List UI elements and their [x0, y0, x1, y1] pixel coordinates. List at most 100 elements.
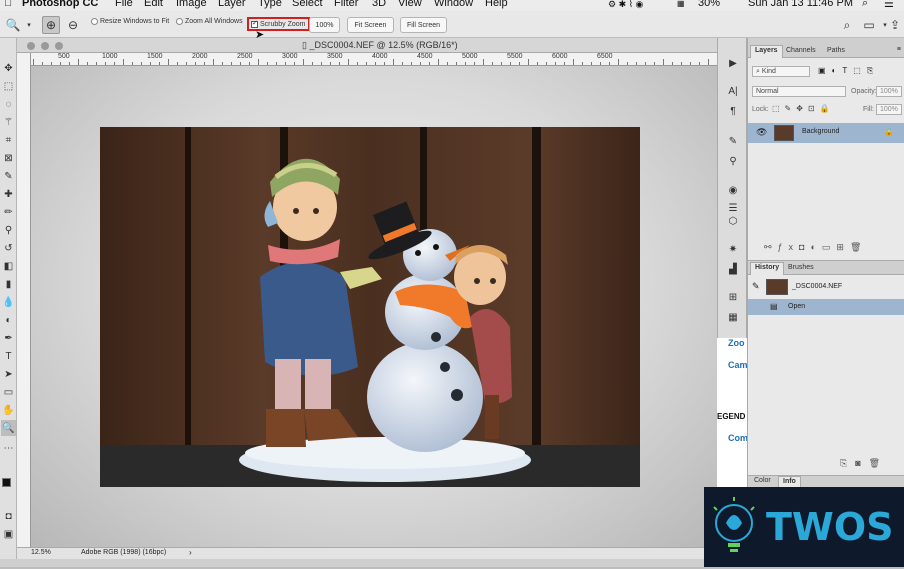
- ruler-tick: [114, 62, 115, 65]
- brush-settings-icon[interactable]: ✎: [725, 134, 741, 148]
- history-brush-icon[interactable]: ✎: [752, 281, 760, 292]
- tab-color[interactable]: Color: [750, 476, 775, 485]
- type-tool-icon[interactable]: T: [1, 348, 16, 364]
- swatches-icon[interactable]: ▦: [725, 310, 741, 324]
- resize-windows-checkbox[interactable]: Resize Windows to Fit: [91, 18, 169, 25]
- menu-filter[interactable]: Filter: [334, 0, 358, 9]
- quick-mask-icon[interactable]: ◘: [1, 508, 16, 524]
- layer-name[interactable]: Background: [802, 128, 839, 135]
- eraser-tool-icon[interactable]: ◧: [1, 258, 16, 274]
- adjustments-icon[interactable]: ◉: [725, 183, 741, 197]
- properties-icon[interactable]: ☰: [725, 201, 741, 215]
- zoom-100-button[interactable]: 100%: [309, 17, 340, 33]
- snapshot-name[interactable]: _DSC0004.NEF: [792, 283, 842, 290]
- foreground-color-swatch[interactable]: [2, 478, 11, 487]
- layers-footer-icons[interactable]: ⚯ƒx◘◐▭⊞🗑: [764, 242, 867, 253]
- menu-window[interactable]: Window: [434, 0, 473, 9]
- history-brush-tool-icon[interactable]: ↺: [1, 240, 16, 256]
- menu-layer[interactable]: Layer: [218, 0, 246, 9]
- menu-edit[interactable]: Edit: [144, 0, 163, 9]
- horizontal-ruler[interactable]: 500 1000 1500 2000 2500 3000 3500 4000 4…: [31, 53, 717, 66]
- menu-app-name[interactable]: Photoshop CC: [22, 0, 98, 9]
- search-icon[interactable]: ⌕: [838, 16, 856, 34]
- marquee-tool-icon[interactable]: ⬚: [1, 78, 16, 94]
- kind-filter-select[interactable]: ⌕ Kind: [752, 66, 810, 77]
- eyedropper-tool-icon[interactable]: ✎: [1, 168, 16, 184]
- healing-brush-tool-icon[interactable]: ✚: [1, 186, 16, 202]
- minimize-window-button[interactable]: [41, 42, 49, 50]
- opacity-input[interactable]: 100%: [876, 86, 902, 97]
- hand-tool-icon[interactable]: ✋: [1, 402, 16, 418]
- close-window-button[interactable]: [27, 42, 35, 50]
- ruler-tick: [690, 62, 691, 65]
- menu-file[interactable]: File: [115, 0, 133, 9]
- notification-icon[interactable]: ☰: [884, 0, 894, 10]
- path-selection-tool-icon[interactable]: ➤: [1, 366, 16, 382]
- panel-menu-icon[interactable]: ≡: [897, 46, 901, 53]
- crop-tool-icon[interactable]: ⌗: [1, 132, 16, 148]
- menu-type[interactable]: Type: [258, 0, 282, 9]
- brush-tool-icon[interactable]: ✏: [1, 204, 16, 220]
- fit-screen-button[interactable]: Fit Screen: [347, 17, 394, 33]
- play-icon[interactable]: ▶: [725, 56, 741, 70]
- tab-layers[interactable]: Layers: [750, 45, 783, 58]
- menu-view[interactable]: View: [398, 0, 422, 9]
- gradient-tool-icon[interactable]: ▮: [1, 276, 16, 292]
- zoom-out-icon[interactable]: ⊖: [64, 16, 82, 34]
- chevron-down-icon[interactable]: ▾: [20, 16, 38, 34]
- apple-icon[interactable]: : [4, 0, 12, 9]
- share-icon[interactable]: ⇪: [886, 16, 904, 34]
- vertical-ruler[interactable]: [17, 53, 31, 547]
- character-icon[interactable]: A|: [725, 84, 741, 98]
- tab-brushes[interactable]: Brushes: [784, 263, 818, 272]
- menu-help[interactable]: Help: [485, 0, 508, 9]
- history-state-open[interactable]: ▤ Open: [748, 299, 904, 315]
- fill-screen-button[interactable]: Fill Screen: [400, 17, 447, 33]
- 3d-icon[interactable]: ⬡: [725, 214, 741, 228]
- magic-wand-tool-icon[interactable]: ⚚: [1, 114, 16, 130]
- history-footer-icons[interactable]: ⎘◙🗑: [840, 458, 888, 469]
- chevron-right-icon[interactable]: ›: [189, 548, 192, 557]
- layer-filter-icons[interactable]: ▣◐T⬚⎘: [818, 66, 879, 76]
- document-title[interactable]: ▯ _DSC0004.NEF @ 12.5% (RGB/16*): [302, 40, 458, 51]
- navigator-icon[interactable]: ✷: [725, 242, 741, 256]
- frame-tool-icon[interactable]: ⊠: [1, 150, 16, 166]
- tab-channels[interactable]: Channels: [782, 46, 820, 55]
- spotlight-icon[interactable]: ⌕: [862, 0, 868, 10]
- ruler-tick: [645, 62, 646, 65]
- stamp-tool-icon[interactable]: ⚲: [1, 222, 16, 238]
- dodge-tool-icon[interactable]: ◐: [1, 312, 16, 328]
- battery-percent[interactable]: 30%: [698, 0, 720, 9]
- zoom-in-icon[interactable]: ⊕: [42, 16, 60, 34]
- paragraph-icon[interactable]: ¶: [725, 104, 741, 118]
- flag-icon[interactable]: ▦: [677, 0, 685, 8]
- blend-mode-select[interactable]: Normal: [752, 86, 846, 97]
- lock-icons[interactable]: ⬚✎✥⊡🔒: [772, 104, 835, 113]
- screen-mode-icon[interactable]: ▣: [1, 526, 16, 542]
- histogram-icon[interactable]: ▟: [725, 262, 741, 276]
- menu-clock[interactable]: Sun Jan 13 11:46 PM: [748, 0, 853, 9]
- fill-input[interactable]: 100%: [876, 104, 902, 115]
- status-icons[interactable]: ⚙ ✱ ⌇ ◉: [608, 0, 643, 10]
- menu-3d[interactable]: 3D: [372, 0, 386, 9]
- pen-tool-icon[interactable]: ✒: [1, 330, 16, 346]
- layer-row-background[interactable]: 👁 Background 🔒: [748, 123, 904, 143]
- tab-history[interactable]: History: [750, 262, 785, 275]
- info-icon[interactable]: ⊞: [725, 290, 741, 304]
- zoom-level[interactable]: 12.5%: [31, 549, 51, 556]
- ruler-tick: [537, 62, 538, 65]
- lasso-tool-icon[interactable]: ◌: [1, 96, 16, 112]
- eye-icon[interactable]: 👁: [756, 127, 767, 138]
- menu-image[interactable]: Image: [176, 0, 207, 9]
- zoom-all-checkbox[interactable]: Zoom All Windows: [176, 18, 243, 25]
- menu-select[interactable]: Select: [292, 0, 323, 9]
- maximize-window-button[interactable]: [55, 42, 63, 50]
- more-tools-icon[interactable]: ⋯: [1, 440, 16, 456]
- tab-paths[interactable]: Paths: [823, 46, 849, 55]
- document-image[interactable]: [100, 127, 640, 487]
- blur-tool-icon[interactable]: 💧: [1, 294, 16, 310]
- clone-source-icon[interactable]: ⚲: [725, 154, 741, 168]
- shape-tool-icon[interactable]: ▭: [1, 384, 16, 400]
- move-tool-icon[interactable]: ✥: [1, 60, 16, 76]
- zoom-tool-icon[interactable]: 🔍: [1, 420, 16, 436]
